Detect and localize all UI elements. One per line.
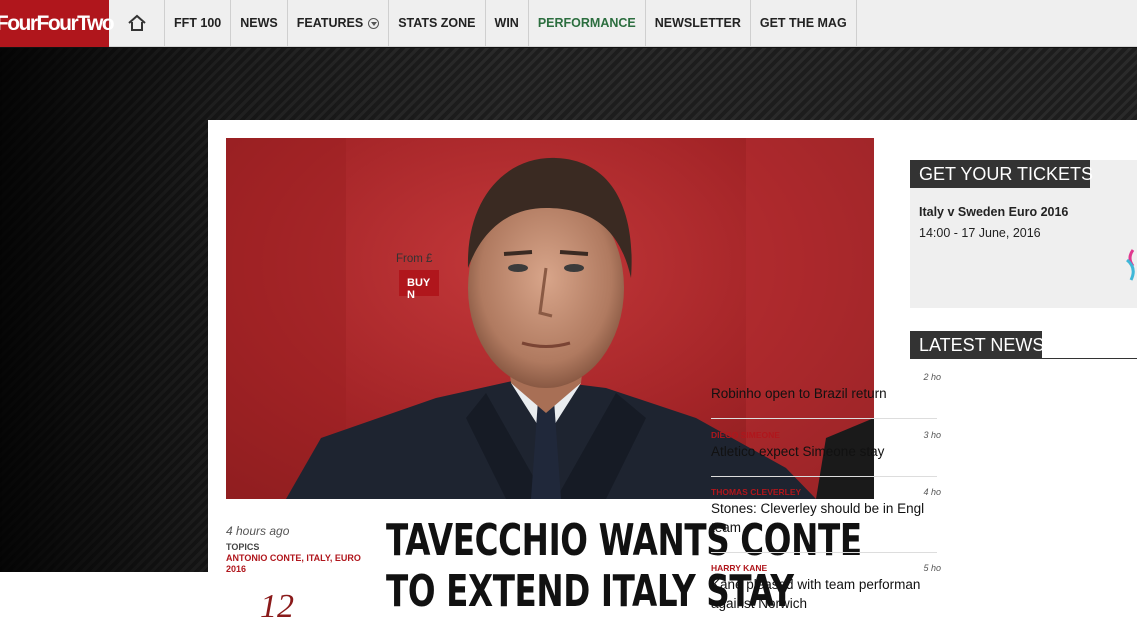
news-title[interactable]: Stones: Cleverley should be in Engl team: [711, 499, 937, 537]
home-icon: [127, 14, 146, 31]
news-tag: THOMAS CLEVERLEY: [711, 487, 802, 497]
home-button[interactable]: [109, 0, 165, 46]
nav-performance[interactable]: PERFORMANCE: [529, 0, 646, 46]
news-time: 5 ho: [923, 563, 941, 573]
news-time: 3 ho: [923, 430, 941, 440]
news-tag: DIEGO SIMEONE: [711, 430, 780, 440]
article-timestamp: 4 hours ago: [226, 524, 290, 538]
news-time: 2 ho: [923, 372, 941, 382]
divider: [711, 476, 937, 477]
ticket-date: 14:00 - 17 June, 2016: [919, 226, 1041, 240]
article-panel: 4 hours ago TOPICS ANTONIO CONTE, ITALY,…: [208, 120, 1137, 624]
page-background: [0, 572, 208, 624]
nav-fft-100[interactable]: FFT 100: [165, 0, 232, 46]
nav-stats-zone[interactable]: STATS ZONE: [389, 0, 486, 46]
ticket-match[interactable]: Italy v Sweden Euro 2016: [919, 205, 1068, 219]
news-title[interactable]: Robinho open to Brazil return: [711, 384, 937, 403]
nav-features-label: FEATURES: [296, 16, 364, 30]
divider: [711, 418, 937, 419]
topics-links[interactable]: ANTONIO CONTE, ITALY, EURO 2016: [226, 553, 366, 575]
latest-news-rule: [910, 358, 1137, 359]
buy-now-button[interactable]: BUY N: [399, 270, 439, 301]
topics-label: TOPICS: [226, 542, 260, 552]
news-item-2[interactable]: DIEGO SIMEONE Atletico expect Simeone st…: [711, 430, 941, 461]
news-item-3[interactable]: THOMAS CLEVERLEY Stones: Cleverley shoul…: [711, 487, 941, 537]
chevron-down-icon: [368, 17, 380, 29]
tickets-heading: GET YOUR TICKETS: [910, 160, 1093, 188]
news-item-4[interactable]: HARRY KANE Kane pleased with team perfor…: [711, 563, 941, 613]
news-tag: HARRY KANE: [711, 563, 768, 573]
ticket-price: From £: [396, 253, 433, 265]
news-title[interactable]: Atletico expect Simeone stay: [711, 442, 937, 461]
divider: [711, 552, 937, 553]
site-logo[interactable]: FourFourTwo: [0, 0, 115, 47]
share-count: 12: [260, 588, 294, 624]
news-title[interactable]: Kane pleased with team performan against…: [711, 575, 937, 613]
nav-news[interactable]: NEWS: [231, 0, 288, 46]
news-item-1[interactable]: Robinho open to Brazil return 2 ho: [711, 372, 941, 403]
nav-get-the-mag[interactable]: GET THE MAG: [751, 0, 857, 46]
news-time: 4 ho: [923, 487, 941, 497]
news-tag: [711, 372, 937, 384]
top-navigation: FourFourTwo FFT 100 NEWS FEATURES STATS …: [0, 0, 1137, 47]
euro-2016-logo-icon: [1126, 249, 1135, 281]
latest-news-heading: LATEST NEWS: [910, 331, 1044, 359]
nav-win[interactable]: WIN: [486, 0, 529, 46]
nav-newsletter[interactable]: NEWSLETTER: [646, 0, 751, 46]
nav-features[interactable]: FEATURES: [288, 0, 390, 46]
